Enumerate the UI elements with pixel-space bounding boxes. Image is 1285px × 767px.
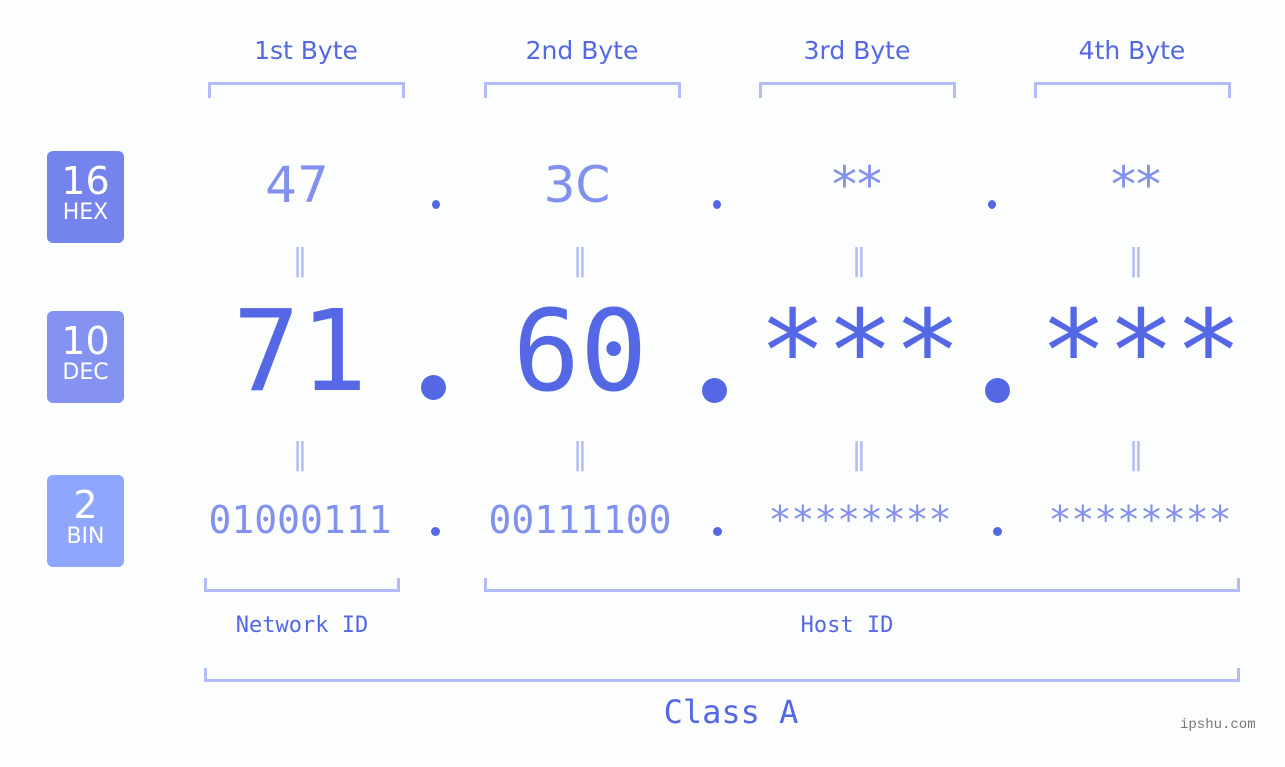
hex-value-1: 47 [265,156,329,214]
hex-label: HEX [62,200,109,225]
byte-bracket-1 [208,82,405,98]
bin-separator-dot-3 [993,527,1002,536]
dec-badge: 10 DEC [47,311,124,403]
dec-value-2: 60 [512,287,648,417]
bin-value-2: 00111100 [488,498,672,542]
bin-value-1: 01000111 [208,498,392,542]
hex-value-4: ** [1111,156,1161,214]
equals-icon: ‖ [292,437,308,472]
bin-separator-dot-2 [713,527,722,536]
host-id-label: Host ID [800,613,894,638]
class-label: Class A [663,693,799,731]
equals-icon: ‖ [1128,437,1144,472]
hex-radix: 16 [61,159,110,203]
equals-icon: ‖ [292,243,308,278]
dec-value-1: 71 [232,287,368,417]
dec-separator-dot-1 [421,375,446,400]
class-bracket [204,668,1240,682]
bin-value-3: ******** [768,498,952,542]
byte-bracket-4 [1034,82,1231,98]
hex-separator-dot-3 [988,200,996,209]
dec-value-4: *** [1039,287,1243,417]
hex-value-3: ** [832,156,882,214]
equals-icon: ‖ [1128,243,1144,278]
byte-bracket-2 [484,82,681,98]
bin-radix: 2 [73,483,98,527]
hex-separator-dot-2 [713,200,721,209]
bin-label: BIN [66,524,105,549]
equals-icon: ‖ [851,437,867,472]
bin-value-4: ******** [1048,498,1232,542]
hex-badge: 16 HEX [47,151,124,243]
byte-header-2: 2nd Byte [525,36,639,65]
bin-badge: 2 BIN [47,475,124,567]
host-id-bracket [484,578,1240,592]
bin-separator-dot-1 [431,527,440,536]
dec-value-3: *** [758,287,962,417]
byte-header-1: 1st Byte [254,36,358,65]
dec-separator-dot-2 [702,378,727,403]
network-id-label: Network ID [235,613,369,638]
equals-icon: ‖ [572,243,588,278]
byte-header-4: 4th Byte [1078,36,1186,65]
dec-radix: 10 [61,319,110,363]
hex-separator-dot-1 [432,200,440,209]
byte-header-3: 3rd Byte [803,36,911,65]
equals-icon: ‖ [851,243,867,278]
dec-separator-dot-3 [985,378,1010,403]
dec-label: DEC [62,360,109,385]
network-id-bracket [204,578,400,592]
byte-bracket-3 [759,82,956,98]
equals-icon: ‖ [572,437,588,472]
watermark: ipshu.com [1180,717,1256,733]
hex-value-2: 3C [543,156,611,214]
